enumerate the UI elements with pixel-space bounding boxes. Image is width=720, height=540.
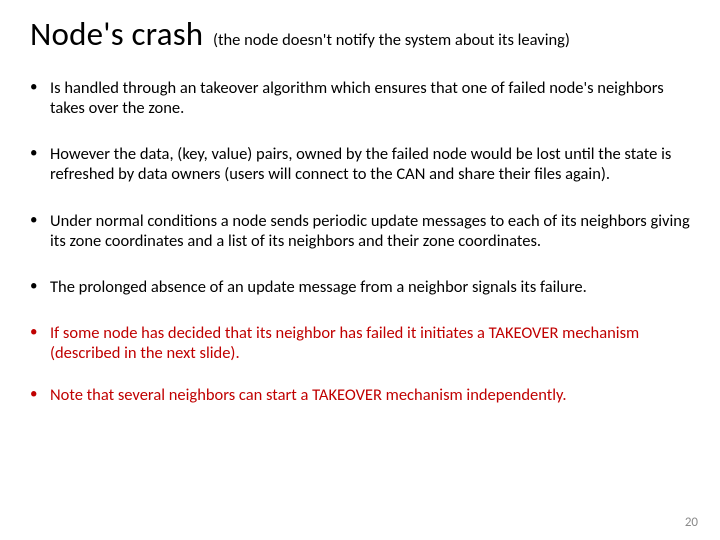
- bullet-item: Is handled through an takeover algorithm…: [26, 78, 696, 118]
- page-number: 20: [685, 515, 698, 530]
- bullet-item: However the data, (key, value) pairs, ow…: [26, 144, 696, 184]
- bullet-item: Under normal conditions a node sends per…: [26, 211, 696, 251]
- bullet-item: The prolonged absence of an update messa…: [26, 277, 696, 297]
- slide-title: Node's crash: [30, 14, 203, 54]
- bullet-item: If some node has decided that its neighb…: [26, 323, 696, 363]
- bullet-list: Is handled through an takeover algorithm…: [24, 78, 696, 405]
- slide-title-row: Node's crash (the node doesn't notify th…: [24, 14, 696, 54]
- slide-subtitle: (the node doesn't notify the system abou…: [213, 30, 570, 50]
- bullet-item: Note that several neighbors can start a …: [26, 385, 696, 405]
